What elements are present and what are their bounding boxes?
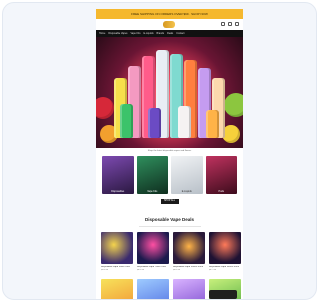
nav-item-home[interactable]: Home (99, 32, 105, 35)
product-name[interactable]: Disposable Vape 10000 Puffs (173, 266, 205, 268)
category-tiles: Disposables Vape Kits E-Liquids Pods (96, 154, 243, 196)
nav-item-kits[interactable]: Vape Kits (130, 32, 140, 35)
product-image[interactable] (173, 232, 205, 264)
hero-banner[interactable] (96, 37, 243, 148)
nav-item-deals[interactable]: Deals (167, 32, 173, 35)
product-image[interactable] (173, 279, 205, 299)
category-label: E-Liquids (181, 190, 192, 193)
fruit-image (224, 93, 243, 117)
site-header (96, 19, 243, 30)
product-name[interactable]: Disposable Vape 5000 Puffs (101, 266, 133, 268)
product-image[interactable] (101, 232, 133, 264)
chat-widget[interactable] (209, 290, 237, 299)
category-label: Pods (218, 190, 224, 193)
product-bottle-image (120, 104, 133, 138)
cart-icon[interactable] (235, 22, 239, 26)
category-label: Disposables (111, 190, 125, 193)
fruit-image (96, 97, 114, 119)
product-card[interactable]: Disposable Vape 10000 Puffs $24.99 (173, 232, 205, 271)
product-image[interactable] (137, 279, 169, 299)
preview-card: FREE SHIPPING ON ORDERS OVER $99 · SHOP … (2, 2, 317, 300)
search-icon[interactable] (221, 22, 225, 26)
product-card[interactable]: Disposable Vape 5000 Puffs $19.99 (101, 232, 133, 271)
nav-item-contact[interactable]: Contact (176, 32, 184, 35)
product-image[interactable] (101, 279, 133, 299)
product-card[interactable] (173, 279, 205, 299)
product-row: Disposable Vape 5000 Puffs $19.99 Dispos… (96, 227, 243, 271)
product-name[interactable]: Disposable Vape 7000 Puffs (137, 266, 169, 268)
category-tile[interactable]: Disposables (102, 156, 134, 194)
product-bottle-image (148, 108, 161, 138)
product-price: $27.99 (209, 269, 217, 271)
nav-item-brands[interactable]: Brands (157, 32, 165, 35)
product-image[interactable] (209, 232, 241, 264)
product-price: $19.99 (101, 269, 109, 271)
product-name[interactable]: Disposable Vape 12000 Puffs (209, 266, 241, 268)
product-image[interactable] (137, 232, 169, 264)
promo-bar[interactable]: FREE SHIPPING ON ORDERS OVER $99 · SHOP … (96, 9, 243, 19)
product-card[interactable]: Disposable Vape 12000 Puffs $27.99 (209, 232, 241, 271)
nav-item-disposables[interactable]: Disposable Vapes (108, 32, 127, 35)
product-card[interactable] (137, 279, 169, 299)
category-tile[interactable]: Pods (205, 156, 237, 194)
product-bottle-image (178, 106, 191, 138)
website-screenshot: FREE SHIPPING ON ORDERS OVER $99 · SHOP … (96, 9, 243, 299)
site-logo[interactable] (163, 21, 175, 28)
product-card[interactable]: Disposable Vape 7000 Puffs $21.99 (137, 232, 169, 271)
account-icon[interactable] (228, 22, 232, 26)
main-navigation: Home Disposable Vapes Vape Kits E-Liquid… (96, 30, 243, 37)
header-icons (221, 22, 239, 26)
category-tile[interactable]: E-Liquids (171, 156, 203, 194)
product-price: $21.99 (137, 269, 145, 271)
product-price: $24.99 (173, 269, 181, 271)
shop-all-button[interactable]: SHOP ALL (160, 199, 179, 204)
category-tile[interactable]: Vape Kits (136, 156, 168, 194)
product-bottle-image (206, 110, 219, 138)
category-label: Vape Kits (147, 190, 158, 193)
section-title: Disposable Vape Deals (144, 217, 195, 222)
product-card[interactable] (101, 279, 133, 299)
nav-item-eliquids[interactable]: E-Liquids (144, 32, 154, 35)
